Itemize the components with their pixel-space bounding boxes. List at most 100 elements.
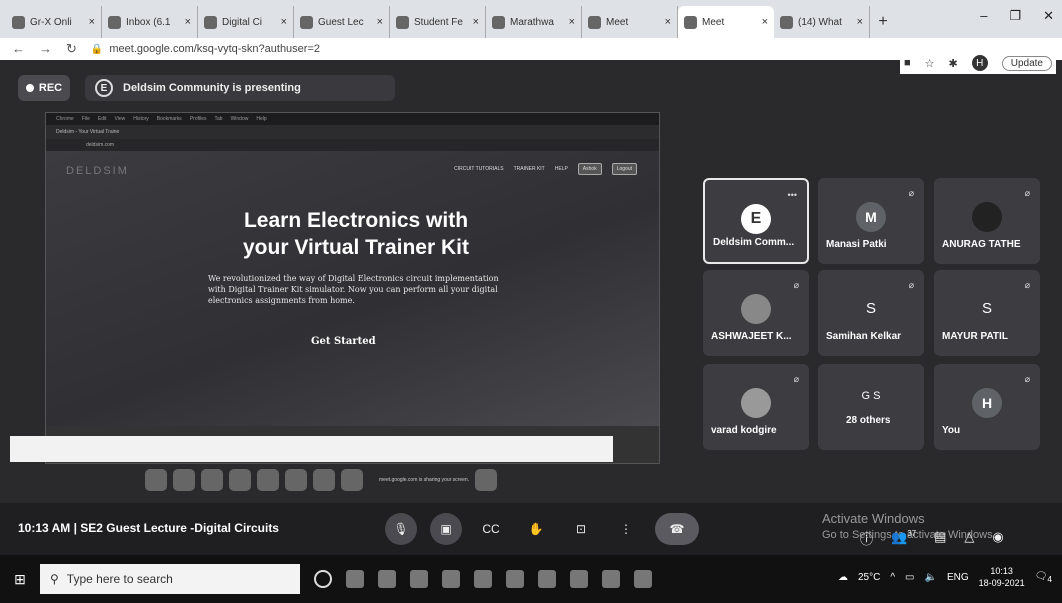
mic-off-icon: ⌀ xyxy=(1024,188,1030,198)
close-icon[interactable]: × xyxy=(569,16,575,28)
close-icon[interactable]: × xyxy=(185,16,191,28)
browser-tab[interactable]: Marathwa × xyxy=(486,6,582,38)
weather-icon[interactable]: ☁ xyxy=(838,572,848,583)
activities-icon[interactable]: △ xyxy=(964,529,974,548)
close-icon[interactable]: × xyxy=(377,16,383,28)
shared-tab-strip: Deldsim - Your Virtual Traine xyxy=(46,125,659,139)
extensions-icon[interactable]: ✱ xyxy=(949,57,958,70)
new-tab-button[interactable]: + xyxy=(870,6,896,38)
task-view-icon[interactable] xyxy=(346,570,364,588)
site-hero-description: We revolutionized the way of Digital Ele… xyxy=(208,274,499,305)
mic-off-icon[interactable]: 🎙 xyxy=(385,513,417,545)
camera-app-icon[interactable] xyxy=(634,570,652,588)
chat-icon[interactable]: ▤ xyxy=(934,529,946,548)
host-controls-icon[interactable]: ◉ xyxy=(992,529,1003,548)
end-call-icon[interactable]: ☎ xyxy=(655,513,699,545)
mail-icon[interactable] xyxy=(474,570,492,588)
lock-icon: 🔒 xyxy=(90,43,104,55)
browser-tab[interactable]: Inbox (6.1 × xyxy=(102,6,198,38)
people-count: 37 xyxy=(907,529,917,538)
close-icon[interactable]: × xyxy=(89,16,95,28)
windows-start-icon[interactable]: ⊞ xyxy=(0,571,40,588)
close-icon[interactable]: × xyxy=(281,16,287,28)
bookmark-star-icon[interactable]: ☆ xyxy=(925,57,935,70)
forward-icon[interactable]: → xyxy=(39,41,52,57)
clock[interactable]: 10:13 18-09-2021 xyxy=(979,565,1025,589)
maximize-icon[interactable]: ❐ xyxy=(1009,8,1021,24)
back-icon[interactable]: ← xyxy=(12,41,25,57)
windows-taskbar: ⊞ ⚲ Type here to search ☁ 25°C ^ ▭ 🔈 ENG xyxy=(0,555,1062,603)
browser-tab[interactable]: Gr-X Onli × xyxy=(6,6,102,38)
presenter-banner: E Deldsim Community is presenting xyxy=(85,75,395,101)
avatar: E xyxy=(741,204,771,234)
volume-icon[interactable]: 🔈 xyxy=(924,572,936,583)
edge-icon[interactable] xyxy=(410,570,428,588)
tab-label: Guest Lec xyxy=(318,16,364,28)
browser-tab[interactable]: Digital Ci × xyxy=(198,6,294,38)
notification-icon[interactable]: 🗨4 xyxy=(1035,571,1052,584)
shared-screen: Chrome File Edit View History Bookmarks … xyxy=(45,112,660,464)
participant-tile[interactable]: ⌀ ASHWAJEET K... xyxy=(703,270,809,356)
tab-label: Digital Ci xyxy=(222,16,263,28)
participant-name: Samihan Kelkar xyxy=(826,331,902,342)
close-window-icon[interactable]: ✕ xyxy=(1043,8,1054,24)
tray-chevron-icon[interactable]: ^ xyxy=(890,572,895,583)
more-options-icon[interactable]: ⋮ xyxy=(610,513,642,545)
battery-icon[interactable]: ▭ xyxy=(905,572,914,583)
url-field[interactable]: meet.google.com/ksq-vytq-skn?authuser=2 xyxy=(109,43,320,55)
shared-menu-item: Tab xyxy=(214,116,223,122)
participant-tile[interactable]: G S 28 others xyxy=(818,364,924,450)
excel-icon[interactable] xyxy=(602,570,620,588)
extension-bar: ■ ☆ ✱ H Update xyxy=(900,52,1056,74)
weather-temp[interactable]: 25°C xyxy=(858,572,880,583)
participant-tile[interactable]: ⌀ M Manasi Patki xyxy=(818,178,924,264)
reload-icon[interactable]: ↻ xyxy=(66,41,77,57)
participant-name: MAYUR PATIL xyxy=(942,331,1008,342)
browser-tab-active[interactable]: Meet × xyxy=(678,6,774,38)
shared-menu-item: Help xyxy=(256,116,267,122)
store-icon[interactable] xyxy=(442,570,460,588)
browser-tab[interactable]: Meet × xyxy=(582,6,678,38)
close-icon[interactable]: × xyxy=(857,16,863,28)
participant-tile[interactable]: ••• E Deldsim Comm... xyxy=(703,178,809,264)
camera-icon[interactable]: ■ xyxy=(904,57,911,69)
close-icon[interactable]: × xyxy=(473,16,479,28)
people-icon[interactable]: 👥37 xyxy=(891,529,916,548)
more-options-icon[interactable]: ••• xyxy=(788,190,797,200)
powerpoint-icon[interactable] xyxy=(506,570,524,588)
screen: Gr-X Onli × Inbox (6.1 × Digital Ci × Guest… xyxy=(0,0,1062,603)
captions-icon[interactable]: CC xyxy=(475,513,507,545)
participant-tile[interactable]: ⌀ S MAYUR PATIL xyxy=(934,270,1040,356)
participant-tile[interactable]: ⌀ S Samihan Kelkar xyxy=(818,270,924,356)
profile-avatar[interactable]: H xyxy=(971,55,988,71)
app-icon[interactable] xyxy=(570,570,588,588)
cortana-icon[interactable] xyxy=(314,570,332,588)
participant-tile[interactable]: ⌀ ANURAG TATHE xyxy=(934,178,1040,264)
mic-off-icon: ⌀ xyxy=(1024,280,1030,290)
browser-tab[interactable]: (14) What × xyxy=(774,6,870,38)
minimize-icon[interactable]: – xyxy=(980,8,987,24)
window-controls: – ❐ ✕ xyxy=(980,8,1054,24)
close-icon[interactable]: × xyxy=(762,16,768,28)
browser-tab[interactable]: Guest Lec × xyxy=(294,6,390,38)
raise-hand-icon[interactable]: ✋ xyxy=(520,513,552,545)
avatar-group: G S xyxy=(861,390,881,402)
shared-site: DELDSIM CIRCUIT TUTORIALS TRAINER KIT HE… xyxy=(46,151,659,426)
terminal-icon xyxy=(201,469,223,491)
close-icon[interactable]: × xyxy=(665,16,671,28)
info-icon[interactable]: ⓘ xyxy=(860,529,873,548)
present-icon[interactable]: ⊡ xyxy=(565,513,597,545)
shared-dock: meet.google.com is sharing your screen. xyxy=(145,465,498,495)
file-explorer-icon[interactable] xyxy=(378,570,396,588)
participant-tile[interactable]: ⌀ varad kodgire xyxy=(703,364,809,450)
app-icon xyxy=(229,469,251,491)
avatar: S xyxy=(865,300,877,317)
participant-tile[interactable]: ⌀ H You xyxy=(934,364,1040,450)
taskbar-search[interactable]: ⚲ Type here to search xyxy=(40,564,300,594)
lang-label[interactable]: ENG xyxy=(947,572,969,583)
chrome-icon[interactable] xyxy=(538,570,556,588)
browser-tab[interactable]: Student Fe × xyxy=(390,6,486,38)
camera-off-icon[interactable]: ▣ xyxy=(430,513,462,545)
meet-icon xyxy=(684,15,697,29)
update-button[interactable]: Update xyxy=(1001,55,1052,71)
